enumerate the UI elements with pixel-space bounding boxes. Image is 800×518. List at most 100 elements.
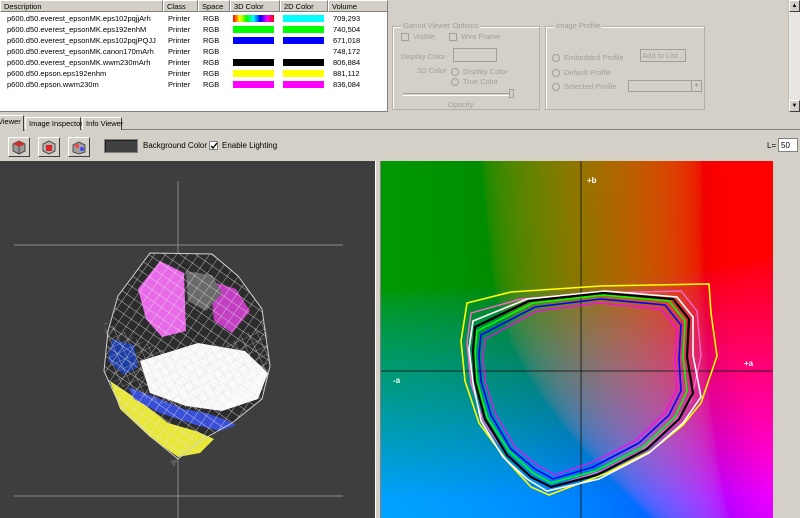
table-row[interactable]: p600.d50.everest_epsonMK.wwm230mArh Print… (0, 57, 388, 68)
opacity-label: Opacity (448, 100, 474, 109)
row-class: Printer (168, 58, 191, 67)
row-2d-color-swatch[interactable] (283, 81, 324, 88)
row-space: RGB (203, 36, 220, 45)
row-3d-color-swatch[interactable] (233, 15, 274, 22)
table-row[interactable]: p600.d50.everest_epsonMK.eps102pqjPQJJ Pr… (0, 35, 388, 46)
row-description: p600.d50.everest_epsonMK.eps102pqjjArh (7, 14, 151, 23)
row-class: Printer (168, 25, 191, 34)
outline-pink (466, 290, 702, 488)
wireframe-checkbox[interactable] (449, 33, 457, 41)
row-volume: 709,293 (333, 14, 361, 23)
chevron-down-icon: ▼ (691, 81, 701, 91)
opacity-slider[interactable] (403, 93, 513, 96)
display-color-option-label: Display Color (463, 67, 508, 76)
row-space: RGB (203, 14, 220, 23)
selected-profile-label: Selected Profile (564, 82, 617, 91)
row-space: RGB (203, 80, 220, 89)
display-color-label: Display Color (401, 52, 446, 61)
profile-table[interactable]: Description Class Space 3D Color 2D Colo… (0, 0, 388, 112)
row-description: p600.d50.everest_epsonMK.eps102pqjPQJJ (7, 36, 156, 45)
visible-checkbox[interactable] (401, 33, 409, 41)
opacity-slider-thumb[interactable] (509, 89, 514, 98)
row-volume: 836,084 (333, 80, 361, 89)
header-space[interactable]: Space (198, 0, 230, 12)
checkmark-icon (210, 142, 218, 150)
l-value-label: L= (767, 141, 777, 150)
row-3d-color-swatch[interactable] (233, 70, 274, 77)
row-3d-color-swatch[interactable] (233, 59, 274, 66)
row-description: p600.d50.everest_epsonMK.eps192enhM (7, 25, 147, 34)
gamut-options-panel: Gamut Viewer Options Visible Wire Frame … (389, 0, 800, 112)
display-color-button[interactable] (453, 48, 497, 62)
row-volume: 806,884 (333, 58, 361, 67)
scroll-down-icon[interactable]: ▼ (789, 100, 800, 112)
rotate-view-button[interactable] (38, 137, 60, 157)
row-2d-color-swatch[interactable] (283, 37, 324, 44)
row-volume: 671,018 (333, 36, 361, 45)
image-profile-title: Image Profile (554, 21, 603, 30)
header-volume[interactable]: Volume (328, 0, 388, 12)
table-row[interactable]: p600.d50.epson.wwm230m Printer RGB 836,084 (0, 79, 388, 90)
viewer-toolbar: Background Color Enable Lighting L= (0, 131, 800, 161)
lights-button[interactable] (68, 137, 90, 157)
true-color-option-label: True Color (463, 77, 499, 86)
default-profile-label: Default Profile (564, 68, 612, 77)
enable-lighting-label: Enable Lighting (222, 141, 278, 150)
row-3d-color-swatch[interactable] (233, 81, 274, 88)
selected-profile-radio[interactable] (552, 83, 560, 91)
row-class: Printer (168, 47, 191, 56)
header-class[interactable]: Class (163, 0, 198, 12)
scroll-up-icon[interactable]: ▲ (789, 0, 800, 12)
table-row[interactable]: p600.d50.everest_epsonMK.eps102pqjjArh Pr… (0, 13, 388, 24)
gamut-3d-viewer[interactable] (0, 161, 375, 518)
image-profile-group: Image Profile Embedded Profile Add to Li… (545, 21, 705, 110)
background-color-swatch[interactable] (104, 139, 138, 153)
gamut-options-title: Gamut Viewer Options (401, 21, 481, 30)
default-profile-radio[interactable] (552, 69, 560, 77)
tab-image-inspector[interactable]: Image Inspector (25, 117, 83, 130)
row-space: RGB (203, 47, 220, 56)
header-3d-color[interactable]: 3D Color (230, 0, 280, 12)
row-description: p600.d50.epson.wwm230m (7, 80, 99, 89)
lights-icon (72, 141, 86, 155)
row-space: RGB (203, 69, 220, 78)
row-2d-color-swatch[interactable] (283, 26, 324, 33)
row-volume: 748,172 (333, 47, 361, 56)
header-description[interactable]: Description (0, 0, 163, 12)
row-description: p600.d50.everest_epsonMK.canon170mArh (7, 47, 154, 56)
row-class: Printer (168, 80, 191, 89)
tab-info-viewer[interactable]: Info Viewer (82, 117, 123, 130)
table-row[interactable]: p600.d50.epson.eps192enhm Printer RGB 881,1… (0, 68, 388, 79)
table-row[interactable]: p600.d50.everest_epsonMK.canon170mArh Pri… (0, 46, 388, 57)
selected-profile-dropdown[interactable]: ▼ (628, 80, 702, 92)
row-3d-color-swatch[interactable] (233, 37, 274, 44)
row-space: RGB (203, 25, 220, 34)
plus-b-label: +b (587, 176, 597, 185)
ab-plot[interactable]: +b +a -a (381, 161, 773, 518)
l-value-input[interactable] (778, 138, 798, 152)
right-panel-strip (773, 161, 800, 518)
row-3d-color-swatch[interactable] (233, 26, 274, 33)
embedded-profile-radio[interactable] (552, 54, 560, 62)
plus-a-label: +a (744, 359, 754, 368)
row-2d-color-swatch[interactable] (283, 70, 324, 77)
options-scrollbar[interactable]: ▲ ▼ (788, 0, 800, 112)
row-space: RGB (203, 58, 220, 67)
display-color-radio[interactable] (451, 68, 459, 76)
row-2d-color-swatch[interactable] (283, 15, 324, 22)
cube-red-icon (42, 140, 56, 155)
table-row[interactable]: p600.d50.everest_epsonMK.eps192enhM Print… (0, 24, 388, 35)
tab-viewer[interactable]: Viewer (0, 115, 24, 131)
embedded-profile-label: Embedded Profile (564, 53, 624, 62)
minus-a-label: -a (393, 376, 401, 385)
enable-lighting-checkbox[interactable] (209, 141, 218, 150)
reset-view-button[interactable] (8, 137, 30, 157)
header-2d-color[interactable]: 2D Color (280, 0, 328, 12)
color-3d-label: 3D Color (417, 66, 447, 75)
row-2d-color-swatch[interactable] (283, 59, 324, 66)
outline-white (468, 290, 702, 492)
row-volume: 740,504 (333, 25, 361, 34)
add-to-list-button[interactable]: Add to List... (640, 49, 686, 62)
cube-icon (12, 140, 26, 155)
true-color-radio[interactable] (451, 78, 459, 86)
